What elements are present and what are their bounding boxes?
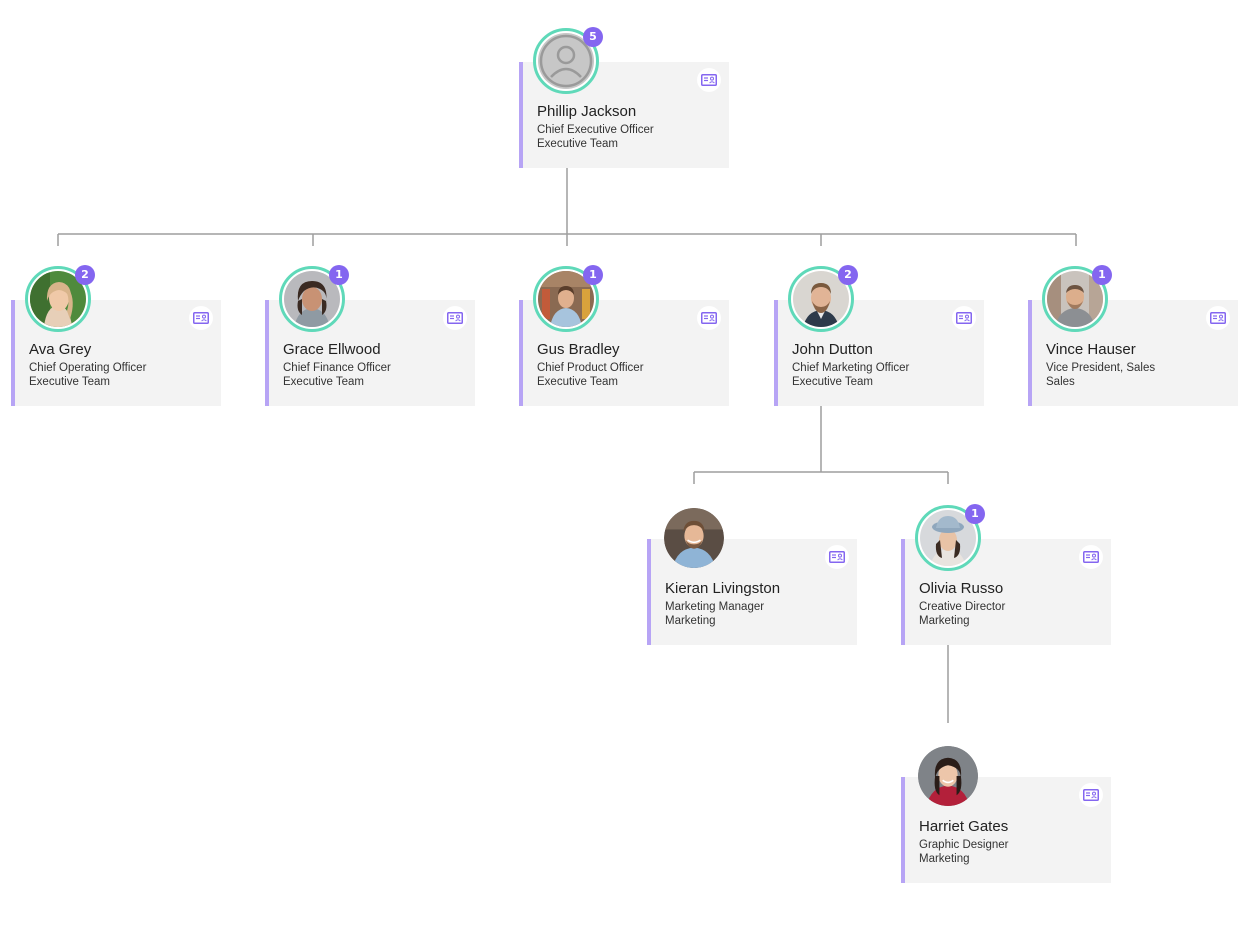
org-node-kieran-livingston[interactable]: Kieran Livingston Marketing Manager Mark… [647, 501, 857, 645]
person-role: Creative Director [919, 601, 1006, 613]
person-team: Executive Team [283, 376, 364, 388]
person-team: Executive Team [537, 138, 618, 150]
id-card-icon[interactable] [189, 306, 213, 330]
person-team: Executive Team [537, 376, 618, 388]
id-card-icon[interactable] [443, 306, 467, 330]
person-name: Kieran Livingston [665, 580, 781, 597]
person-name: Phillip Jackson [537, 103, 637, 120]
person-name: John Dutton [792, 341, 873, 358]
person-team: Marketing [919, 615, 970, 627]
person-role: Chief Executive Officer [537, 124, 654, 136]
person-name: Grace Ellwood [283, 341, 381, 358]
person-name: Gus Bradley [537, 341, 620, 358]
id-card-icon[interactable] [697, 68, 721, 92]
org-node-gus-bradley[interactable]: Gus Bradley Chief Product Officer Execut… [519, 262, 729, 406]
person-team: Executive Team [792, 376, 873, 388]
person-team: Marketing [665, 615, 716, 627]
id-card-icon[interactable] [952, 306, 976, 330]
avatar[interactable] [918, 746, 978, 806]
person-team: Marketing [919, 853, 970, 865]
person-name: Ava Grey [29, 341, 92, 358]
org-chart: Phillip Jackson Chief Executive Officer … [0, 0, 1252, 947]
person-role: Graphic Designer [919, 839, 1009, 851]
org-node-phillip-jackson[interactable]: Phillip Jackson Chief Executive Officer … [519, 24, 729, 168]
id-card-icon[interactable] [1079, 545, 1103, 569]
person-name: Harriet Gates [919, 818, 1009, 835]
org-node-harriet-gates[interactable]: Harriet Gates Graphic Designer Marketing [901, 739, 1111, 883]
person-photo [664, 508, 724, 568]
person-role: Chief Marketing Officer [792, 362, 910, 374]
person-role: Chief Product Officer [537, 362, 644, 374]
person-team: Sales [1046, 376, 1075, 388]
person-role: Chief Operating Officer [29, 362, 147, 374]
org-node-ava-grey[interactable]: Ava Grey Chief Operating Officer Executi… [11, 262, 221, 406]
direct-reports-badge: 1 [1092, 265, 1112, 285]
id-card-icon[interactable] [1206, 306, 1230, 330]
direct-reports-badge: 2 [838, 265, 858, 285]
org-node-vince-hauser[interactable]: Vince Hauser Vice President, Sales Sales… [1028, 262, 1238, 406]
direct-reports-badge: 1 [965, 504, 985, 524]
direct-reports-badge: 1 [583, 265, 603, 285]
person-role: Marketing Manager [665, 601, 765, 613]
id-card-icon[interactable] [825, 545, 849, 569]
direct-reports-badge: 2 [75, 265, 95, 285]
person-photo [918, 746, 978, 806]
id-card-icon[interactable] [697, 306, 721, 330]
person-team: Executive Team [29, 376, 110, 388]
person-role: Vice President, Sales [1046, 362, 1156, 374]
direct-reports-badge: 1 [329, 265, 349, 285]
id-card-icon[interactable] [1079, 783, 1103, 807]
person-role: Chief Finance Officer [283, 362, 391, 374]
avatar[interactable] [664, 508, 724, 568]
person-name: Olivia Russo [919, 580, 1004, 597]
person-name: Vince Hauser [1046, 341, 1136, 358]
org-node-grace-ellwood[interactable]: Grace Ellwood Chief Finance Officer Exec… [265, 262, 475, 406]
org-node-john-dutton[interactable]: John Dutton Chief Marketing Officer Exec… [774, 262, 984, 406]
direct-reports-badge: 5 [583, 27, 603, 47]
org-node-olivia-russo[interactable]: Olivia Russo Creative Director Marketing… [901, 501, 1111, 645]
